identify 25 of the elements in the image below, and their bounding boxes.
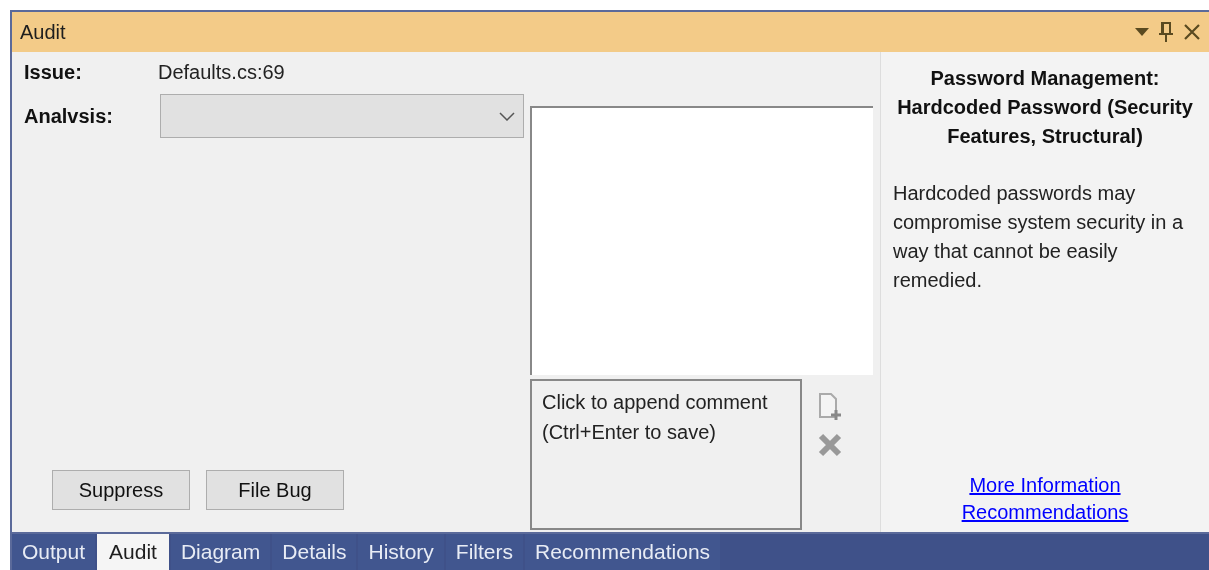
chevron-icon — [499, 111, 515, 121]
tab[interactable]: Diagram — [170, 534, 271, 570]
window-title: Audit — [20, 20, 66, 45]
info-link[interactable]: More Information — [969, 472, 1121, 499]
info-link[interactable]: Recommendations — [961, 499, 1129, 526]
analysis-label: Analvsis: — [24, 104, 114, 129]
tab[interactable]: Details — [272, 534, 357, 570]
action-button[interactable]: Suppress — [52, 470, 190, 510]
action-button[interactable]: File Bug — [206, 470, 344, 510]
issue-value: Defaults.cs:69 — [158, 60, 285, 85]
comment-field[interactable]: Click to append comment (Ctrl+Enter to save) — [530, 379, 802, 530]
issue-label: Issue: — [24, 60, 83, 85]
add-document-icon[interactable] — [818, 393, 842, 421]
tab[interactable]: Output — [12, 534, 96, 570]
tab[interactable]: Audit — [97, 534, 169, 570]
analysis-dropdown[interactable] — [160, 94, 524, 138]
issue-description: Hardcoded passwords may compromise system security in a way that cannot be easily remedied. — [893, 181, 1185, 293]
issue-title: Password Management: Hardcoded Password (Security Features, Structural) — [896, 66, 1194, 149]
delete-icon[interactable] — [818, 433, 842, 457]
tab[interactable]: History — [358, 534, 444, 570]
tab[interactable]: Recommendations — [525, 534, 721, 570]
pin-icon[interactable] — [1159, 22, 1173, 42]
close-icon[interactable] — [1183, 23, 1201, 41]
tab[interactable]: Filters — [445, 534, 523, 570]
dropdown-icon[interactable] — [1135, 28, 1149, 36]
